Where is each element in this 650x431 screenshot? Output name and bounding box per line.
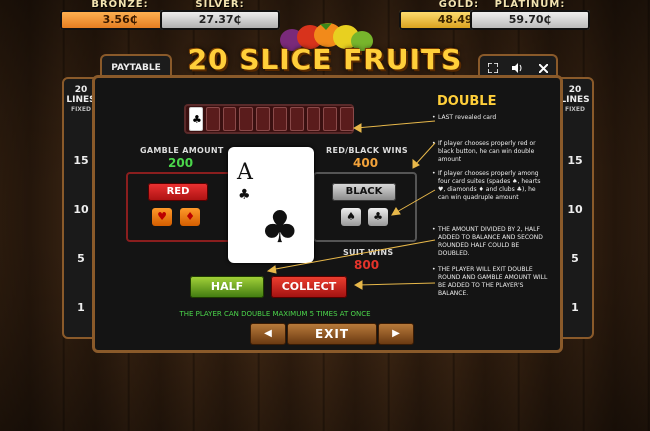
annotation-arrows — [266, 120, 436, 290]
jackpot-platinum-label: PLATINUM: — [494, 0, 566, 10]
next-page-button[interactable]: ▶ — [378, 323, 414, 345]
prev-page-button[interactable]: ◀ — [250, 323, 286, 345]
exit-button[interactable]: EXIT — [287, 323, 377, 345]
jackpot-silver-label: SILVER: — [195, 0, 245, 10]
